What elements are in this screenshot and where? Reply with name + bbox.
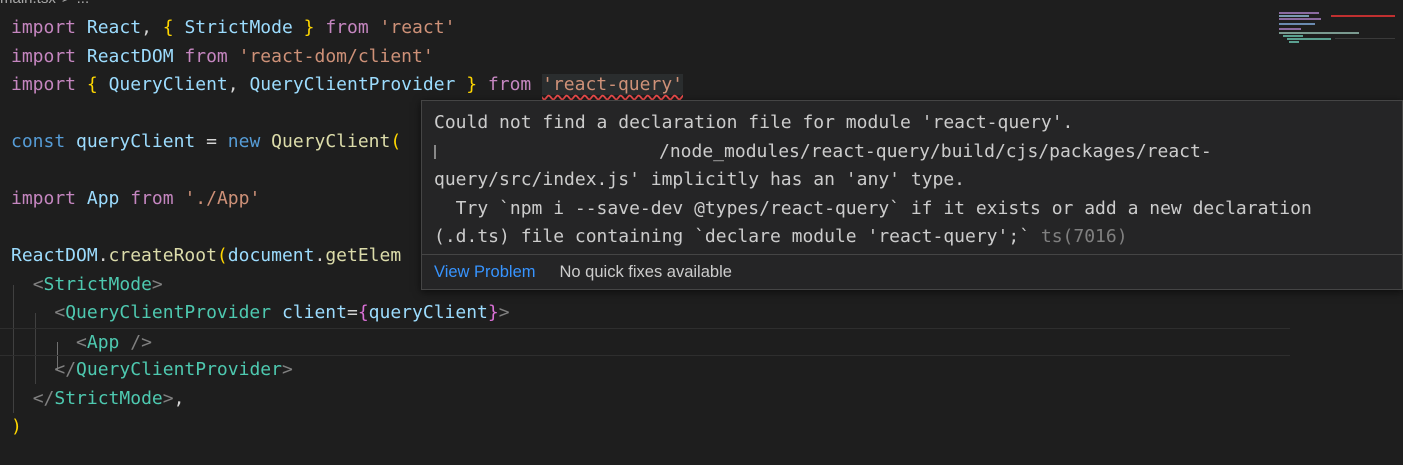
code-line-1[interactable]: import React, { StrictMode } from 'react… [11,14,455,43]
code-line-2[interactable]: import ReactDOM from 'react-dom/client' [11,43,434,72]
code-line-12-current[interactable]: <App /> [0,327,1290,356]
hover-line-3: query/src/index.js' implicitly has an 'a… [434,169,966,190]
hover-line-4: Try `npm i --save-dev @types/react-query… [434,197,1312,219]
error-squiggle[interactable]: 'react-query' [542,74,683,95]
redacted-path-marker [434,144,436,159]
code-line-10[interactable]: <StrictMode> [11,271,163,300]
breadcrumb-more[interactable]: ... [77,0,90,8]
error-code: ts(7016) [1040,226,1128,247]
hover-status-bar: View Problem No quick fixes available [422,254,1402,289]
no-quick-fixes-label: No quick fixes available [559,262,732,281]
hover-line-2: /node_modules/react-query/build/cjs/pack… [659,140,1212,162]
code-line-14[interactable]: </StrictMode>, [11,385,185,414]
code-line-7[interactable]: import App from './App' [11,185,260,214]
minimap[interactable] [1279,12,1395,44]
hover-tooltip: Could not find a declaration file for mo… [421,100,1403,290]
hover-message: Could not find a declaration file for mo… [434,109,1394,252]
code-line-9[interactable]: ReactDOM.createRoot(document.getElem [11,242,401,271]
code-line-3[interactable]: import { QueryClient, QueryClientProvide… [11,71,683,100]
hover-line-1: Could not find a declaration file for mo… [434,112,1074,133]
code-line-15[interactable]: ) [11,413,22,442]
code-line-5[interactable]: const queryClient = new QueryClient( [11,128,401,157]
view-problem-link[interactable]: View Problem [434,263,536,282]
code-line-13[interactable]: </QueryClientProvider> [11,356,292,385]
hover-line-5: (.d.ts) file containing `declare module … [434,226,1041,247]
breadcrumb-file[interactable]: main.tsx [0,0,56,8]
code-line-11[interactable]: <QueryClientProvider client={queryClient… [11,299,509,328]
breadcrumb-separator: > [62,0,71,8]
breadcrumb[interactable]: main.tsx > ... [0,0,89,8]
